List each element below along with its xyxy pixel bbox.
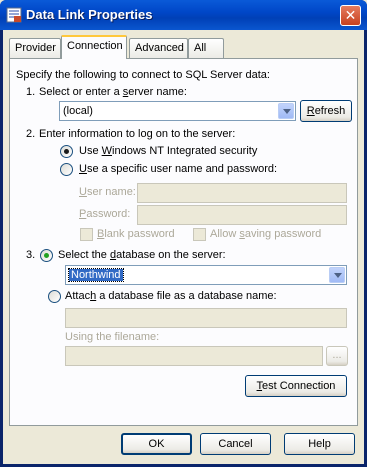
radio-specific-user[interactable] <box>60 163 73 176</box>
dialog-client: Provider Connection Advanced All Specify… <box>3 30 364 464</box>
attach-database-label: Attach a database file as a database nam… <box>65 290 277 302</box>
step2-label: Enter information to log on to the serve… <box>39 128 236 140</box>
password-field[interactable] <box>137 205 347 225</box>
specific-user-label: Use a specific user name and password: <box>79 163 278 175</box>
select-database-label: Select the database on the server: <box>58 249 226 261</box>
tab-label: Advanced <box>135 42 184 54</box>
radio-attach-database[interactable] <box>48 290 61 303</box>
data-link-icon <box>6 7 22 23</box>
tab-label: Provider <box>15 42 56 54</box>
server-name-value: (local) <box>63 105 93 117</box>
database-value: Northwind <box>68 268 124 282</box>
radio-nt-security[interactable] <box>60 145 73 158</box>
tab-connection[interactable]: Connection <box>61 35 127 59</box>
server-name-combo[interactable]: (local) <box>59 101 296 121</box>
allow-saving-password-label: Allow saving password <box>210 228 322 240</box>
nt-security-label: Use Windows NT Integrated security <box>79 145 258 157</box>
dialog-window: Data Link Properties ✕ Provider Connecti… <box>0 0 367 467</box>
filename-field[interactable] <box>65 346 323 366</box>
step2-number: 2. <box>26 128 36 140</box>
user-name-field[interactable] <box>137 183 347 203</box>
user-name-label: User name: <box>79 186 136 198</box>
tab-provider[interactable]: Provider <box>9 38 61 58</box>
database-dropdown-button[interactable] <box>329 267 345 283</box>
radio-select-database[interactable] <box>40 249 53 262</box>
step1-number: 1. <box>26 86 36 98</box>
tab-all[interactable]: All <box>188 38 224 58</box>
attach-database-name-field[interactable] <box>65 308 347 328</box>
step3-number: 3. <box>26 249 36 261</box>
server-dropdown-button[interactable] <box>278 103 294 119</box>
tab-advanced[interactable]: Advanced <box>129 38 188 58</box>
allow-saving-password-checkbox[interactable] <box>193 228 206 241</box>
tab-label: All <box>194 42 207 54</box>
password-label: Password: <box>79 208 131 220</box>
connection-panel: Specify the following to connect to SQL … <box>9 58 358 426</box>
database-combo[interactable]: Northwind <box>65 265 347 285</box>
title-bar[interactable]: Data Link Properties ✕ <box>0 0 367 30</box>
ok-button[interactable]: OK <box>121 433 192 455</box>
close-icon: ✕ <box>344 7 357 23</box>
step1-label: Select or enter a server name: <box>39 86 187 98</box>
window-title: Data Link Properties <box>26 7 153 22</box>
test-connection-button[interactable]: Test Connection <box>245 375 347 397</box>
chevron-down-icon <box>334 273 342 278</box>
blank-password-checkbox[interactable] <box>80 228 93 241</box>
close-button[interactable]: ✕ <box>340 5 361 26</box>
help-button[interactable]: Help <box>284 433 355 455</box>
intro-text: Specify the following to connect to SQL … <box>16 69 270 81</box>
browse-button[interactable]: ... <box>326 346 348 366</box>
refresh-button[interactable]: Refresh <box>300 100 352 122</box>
chevron-down-icon <box>283 109 291 114</box>
blank-password-label: Blank password <box>97 228 175 240</box>
cancel-button[interactable]: Cancel <box>200 433 271 455</box>
tab-label: Connection <box>67 40 123 52</box>
filename-label: Using the filename: <box>65 331 160 343</box>
